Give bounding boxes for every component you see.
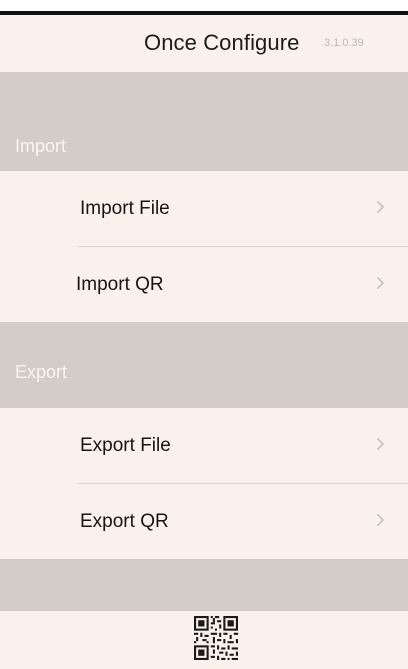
import-qr-row[interactable]: Import QR [0,247,408,322]
section-export-label: Export [15,362,68,382]
chevron-right-icon [377,277,384,289]
app-header: Once Configure 3.1.0.39 [0,15,408,72]
section-import-header: Import [0,72,408,171]
chevron-right-icon [377,201,384,213]
app-title: Once Configure [144,30,300,55]
export-qr-label: Export QR [80,511,169,532]
app-version: 3.1.0.39 [324,37,364,49]
import-file-label: Import File [80,198,170,219]
app-screen: Once Configure 3.1.0.39 Import Import Fi… [0,0,408,669]
status-bar-edge [0,0,408,15]
export-qr-row[interactable]: Export QR [0,484,408,559]
chevron-right-icon [377,438,384,450]
bottom-spacer-band [0,559,408,611]
qr-code-icon[interactable] [194,616,238,660]
chevron-right-icon [377,514,384,526]
export-file-row[interactable]: Export File [0,408,408,483]
section-import-label: Import [15,136,67,156]
import-file-row[interactable]: Import File [0,171,408,246]
export-file-label: Export File [80,435,171,456]
section-export-header: Export [0,322,408,408]
import-qr-label: Import QR [76,274,164,295]
footer [0,611,408,669]
